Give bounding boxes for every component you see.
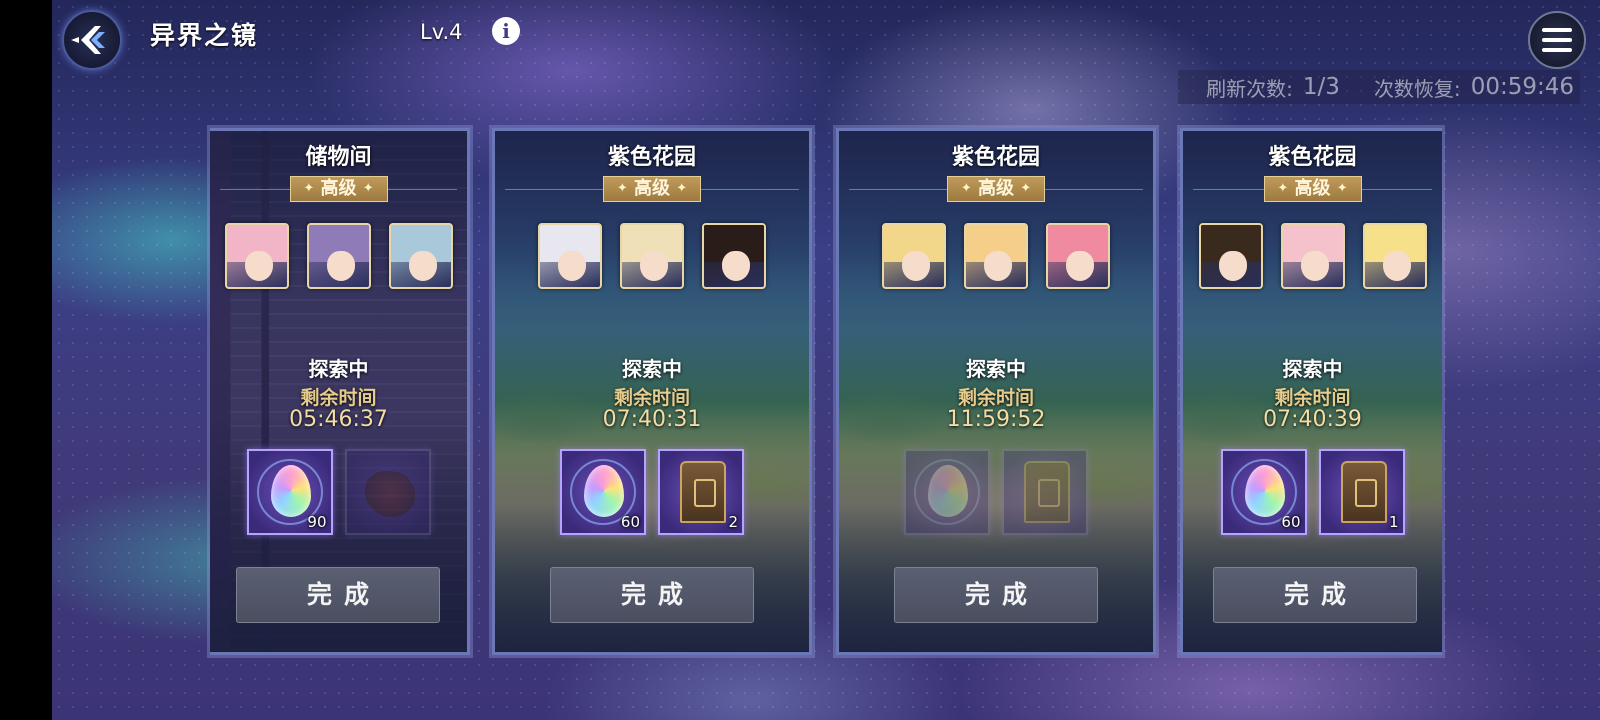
remaining-time-value: 11:59:52 [946, 407, 1046, 432]
remaining-time-label: 剩余时间 [300, 387, 377, 409]
complete-button[interactable]: 完成 [236, 567, 440, 623]
character-portrait[interactable] [620, 223, 684, 289]
sparkle-icon: ✦ [1020, 181, 1032, 196]
status-text: 探索中 [308, 357, 369, 381]
reward-quantity: 2 [728, 513, 738, 531]
recover-time-value: 00:59:46 [1470, 74, 1574, 100]
reward-slot[interactable]: 2 [658, 449, 744, 535]
expedition-card[interactable]: 储物间 ✦ 高级 ✦ 探索中剩余时间 05:46:37 90 完成 [210, 128, 470, 655]
status-text: 探索中 [622, 357, 682, 381]
character-portrait[interactable] [224, 223, 289, 289]
recover-time-label: 次数恢复: [1373, 76, 1461, 101]
team-portraits [839, 223, 1153, 289]
team-portraits [210, 223, 467, 289]
status-text: 探索中 [1282, 357, 1343, 381]
reward-slot[interactable]: 90 [246, 449, 333, 535]
reward-slot[interactable]: 60 [1220, 449, 1307, 535]
complete-button[interactable]: 完成 [894, 567, 1098, 623]
remaining-time-label: 剩余时间 [957, 387, 1034, 409]
area-title: 紫色花园 [1268, 145, 1357, 170]
character-portrait[interactable] [1362, 223, 1427, 289]
reward-quantity: 1 [1388, 513, 1399, 531]
grade-badge: ✦ 高级 ✦ [947, 176, 1045, 202]
character-portrait[interactable] [1198, 223, 1263, 289]
menu-button[interactable] [1528, 11, 1586, 69]
reward-slot[interactable]: 1 [1318, 449, 1405, 535]
sparkle-icon: ✦ [362, 181, 374, 196]
remaining-time-label: 剩余时间 [1274, 387, 1351, 409]
remaining-time-value: 07:40:31 [602, 407, 702, 432]
reward-quantity: 60 [620, 513, 640, 531]
team-portraits [495, 223, 809, 289]
sparkle-icon: ✦ [1277, 181, 1289, 196]
expedition-card[interactable]: 紫色花园 ✦ 高级 ✦ 探索中剩余时间 07:40:31 60 2 完成 [492, 128, 812, 655]
player-level: Lv.4 [420, 20, 463, 44]
character-portrait[interactable] [702, 223, 766, 289]
reward-list [839, 449, 1153, 535]
remaining-time-label: 剩余时间 [613, 387, 690, 409]
reward-quantity: 60 [1281, 513, 1301, 531]
complete-button[interactable]: 完成 [550, 567, 754, 623]
character-portrait[interactable] [538, 223, 602, 289]
hamburger-menu-icon [1542, 28, 1572, 32]
complete-button[interactable]: 完成 [1213, 567, 1417, 623]
page-title: 异界之镜 [150, 21, 259, 50]
back-button[interactable] [62, 10, 122, 70]
refresh-count-value: 1/3 [1302, 74, 1340, 100]
sparkle-icon: ✦ [1336, 181, 1348, 196]
reward-list: 60 1 [1183, 449, 1442, 535]
character-portrait[interactable] [882, 223, 946, 289]
character-portrait[interactable] [1046, 223, 1110, 289]
reward-slot[interactable] [904, 449, 990, 535]
expedition-card[interactable]: 紫色花园 ✦ 高级 ✦ 探索中剩余时间 11:59:52 完成 [836, 128, 1156, 655]
remaining-time-value: 07:40:39 [1263, 407, 1362, 432]
status-text: 探索中 [966, 357, 1026, 381]
grade-badge: ✦ 高级 ✦ [603, 176, 701, 202]
grade-badge: ✦ 高级 ✦ [289, 176, 388, 202]
sparkle-icon: ✦ [303, 181, 315, 196]
character-portrait[interactable] [1280, 223, 1345, 289]
character-portrait[interactable] [306, 223, 371, 289]
reward-list: 60 2 [495, 449, 809, 535]
reward-list: 90 [210, 449, 467, 535]
area-title: 紫色花园 [951, 145, 1040, 170]
refresh-count-label: 刷新次数: [1206, 76, 1293, 101]
refresh-status-bar: 刷新次数: 1/3 次数恢复: 00:59:46 [1178, 70, 1580, 104]
area-title: 紫色花园 [607, 145, 696, 170]
remaining-time-value: 05:46:37 [289, 407, 388, 432]
grade-badge: ✦ 高级 ✦ [1263, 176, 1362, 202]
character-portrait[interactable] [388, 223, 453, 289]
letterbox [0, 0, 52, 720]
info-icon[interactable]: i [492, 17, 520, 45]
sparkle-icon: ✦ [676, 181, 688, 196]
reward-quantity: 90 [307, 513, 327, 531]
expedition-card[interactable]: 紫色花园 ✦ 高级 ✦ 探索中剩余时间 07:40:39 60 1 完成 [1180, 128, 1442, 655]
team-portraits [1183, 223, 1442, 289]
reward-slot[interactable] [344, 449, 431, 535]
back-arrow-icon [71, 26, 105, 54]
character-portrait[interactable] [964, 223, 1028, 289]
sparkle-icon: ✦ [616, 181, 628, 196]
reward-slot[interactable] [1002, 449, 1088, 535]
sparkle-icon: ✦ [960, 181, 972, 196]
reward-slot[interactable]: 60 [560, 449, 646, 535]
area-title: 储物间 [305, 145, 372, 170]
